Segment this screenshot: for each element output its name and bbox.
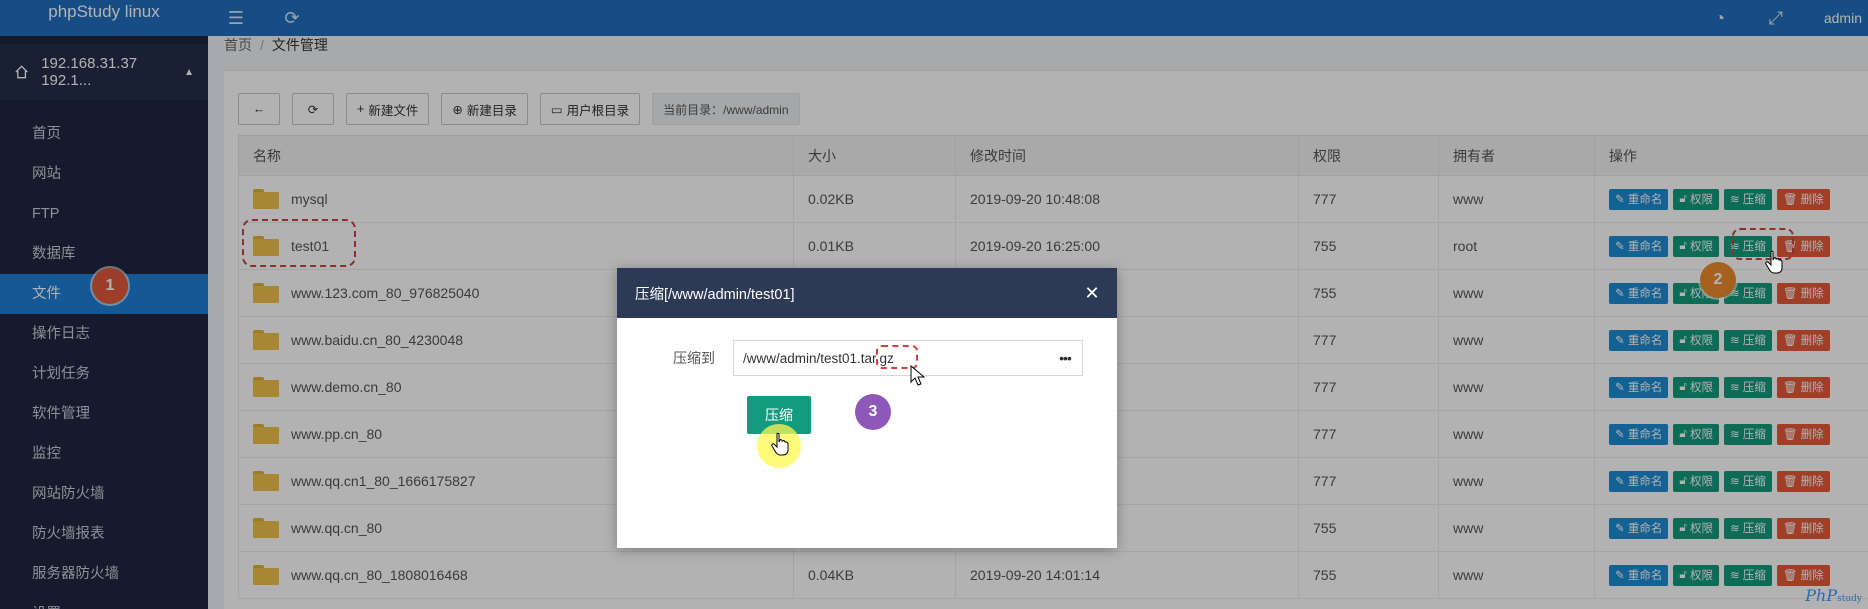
- hand-cursor-icon: [771, 432, 789, 456]
- phpstudy-watermark: PhPstudy: [1805, 586, 1862, 605]
- watermark-sub: study: [1837, 594, 1862, 604]
- dialog-header: 压缩[/www/admin/test01] ✕: [617, 268, 1117, 318]
- watermark-main: PhP: [1805, 586, 1838, 605]
- dialog-title: 压缩[/www/admin/test01]: [635, 286, 795, 303]
- mouse-pointer-icon: [910, 365, 926, 386]
- step-badge-3: 3: [855, 394, 891, 430]
- more-icon[interactable]: •••: [1048, 350, 1082, 366]
- close-icon[interactable]: ✕: [1067, 268, 1117, 318]
- compress-target-row: 压缩到 •••: [617, 340, 1117, 376]
- hand-cursor-icon: [1765, 250, 1783, 274]
- compress-target-label: 压缩到: [673, 350, 715, 366]
